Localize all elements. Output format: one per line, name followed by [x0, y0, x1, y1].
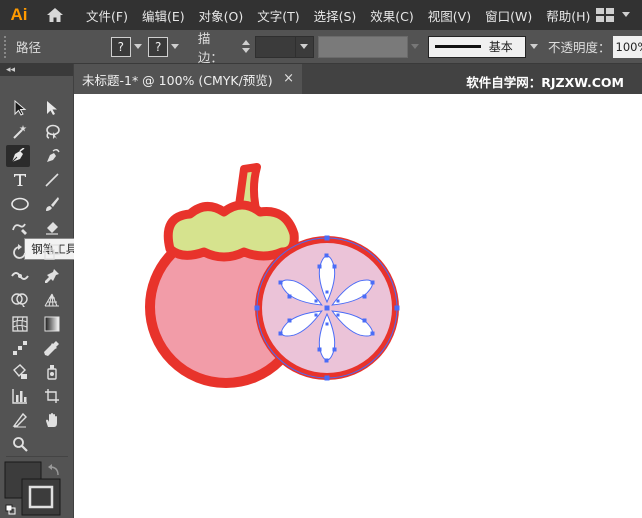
width-tool-icon[interactable]: [8, 265, 32, 287]
panel-grip[interactable]: [4, 35, 10, 58]
stroke-swatch[interactable]: ?: [148, 36, 169, 57]
workspace-switcher-icon[interactable]: [596, 8, 614, 22]
menu-effect[interactable]: 效果(C): [370, 6, 413, 25]
fill-stroke-swatches[interactable]: [4, 461, 62, 517]
tools-panel-header[interactable]: ◂◂: [0, 64, 73, 76]
mesh-tool-icon[interactable]: [8, 313, 32, 335]
stroke-weight-input[interactable]: [254, 35, 296, 58]
gradient-tool-icon[interactable]: [40, 313, 64, 335]
menu-file[interactable]: 文件(F): [86, 6, 128, 25]
opacity-label[interactable]: 不透明度：: [548, 37, 611, 56]
column-graph-tool-icon[interactable]: [8, 385, 32, 407]
menu-help[interactable]: 帮助(H): [546, 6, 590, 25]
brush-stroke-preview: [434, 45, 481, 48]
magic-wand-tool-icon[interactable]: [8, 121, 32, 143]
shape-builder-tool-icon[interactable]: [8, 289, 32, 311]
close-icon[interactable]: ×: [283, 71, 294, 86]
chevron-down-icon: [170, 44, 179, 49]
stroke-weight-dropdown[interactable]: [295, 35, 314, 58]
menu-edit[interactable]: 编辑(E): [142, 6, 185, 25]
chevron-up-icon: [241, 40, 250, 45]
zoom-tool-icon[interactable]: [8, 433, 32, 455]
chevron-down-icon: [241, 48, 250, 53]
fill-dropdown[interactable]: [131, 37, 145, 57]
menu-view[interactable]: 视图(V): [428, 6, 471, 25]
mangosteen-artwork: [145, 163, 400, 388]
menu-object[interactable]: 对象(O): [199, 6, 244, 25]
artboard-canvas[interactable]: [74, 94, 642, 518]
chevron-down-icon[interactable]: [622, 12, 630, 17]
ellipse-tool-icon[interactable]: [8, 193, 32, 215]
paintbrush-tool-icon[interactable]: [40, 193, 64, 215]
document-tab-title: 未标题-1* @ 100% (CMYK/预览): [82, 72, 273, 88]
menu-bar: Ai 文件(F) 编辑(E) 对象(O) 文字(T) 选择(S) 效果(C) 视…: [0, 0, 642, 30]
brush-label: 基本: [488, 40, 513, 54]
variable-width-dropdown[interactable]: [408, 36, 422, 58]
stroke-weight-label[interactable]: 描边：: [198, 28, 235, 66]
collapse-icon[interactable]: ◂◂: [6, 65, 15, 75]
artboard-tool-icon[interactable]: [40, 385, 64, 407]
mangosteen-crown: [163, 200, 299, 262]
document-tab[interactable]: 未标题-1* @ 100% (CMYK/预览) ×: [74, 64, 302, 94]
pen-tool-icon[interactable]: [6, 145, 30, 167]
home-icon[interactable]: [38, 0, 72, 30]
illustrator-window: Ai 文件(F) 编辑(E) 对象(O) 文字(T) 选择(S) 效果(C) 视…: [0, 0, 642, 518]
curvature-tool-icon[interactable]: [40, 145, 64, 167]
slice-tool-icon[interactable]: [8, 409, 32, 431]
symbol-sprayer-tool-icon[interactable]: [40, 361, 64, 383]
tools-panel: ◂◂ 钢笔工具 (P): [0, 64, 104, 518]
variable-width-profile[interactable]: [317, 35, 409, 58]
rotate-tool-icon[interactable]: [8, 241, 32, 263]
chevron-down-icon: [300, 44, 309, 49]
brush-dropdown[interactable]: [526, 36, 542, 58]
menu-type[interactable]: 文字(T): [257, 6, 299, 25]
type-tool-icon[interactable]: [8, 169, 32, 191]
perspective-grid-tool-icon[interactable]: [40, 289, 64, 311]
selection-type-label: 路径: [15, 40, 41, 55]
shaper-tool-icon[interactable]: [8, 217, 32, 239]
control-bar: 路径 ? ? 描边： 基本 不透明度： 100%: [0, 28, 642, 66]
scale-tool-icon[interactable]: [40, 241, 64, 263]
blend-tool-icon[interactable]: [8, 337, 32, 359]
site-watermark: 软件自学网：RJZXW.COM: [466, 75, 624, 90]
app-logo: Ai: [10, 5, 28, 24]
lasso-tool-icon[interactable]: [40, 121, 64, 143]
live-paint-bucket-icon[interactable]: [8, 361, 32, 383]
puppet-warp-tool-icon[interactable]: [40, 265, 64, 287]
hand-tool-icon[interactable]: [40, 409, 64, 431]
eyedropper-tool-icon[interactable]: [40, 337, 64, 359]
menu-select[interactable]: 选择(S): [314, 6, 357, 25]
fill-swatch[interactable]: ?: [110, 36, 131, 57]
stroke-color-dropdown[interactable]: [168, 37, 182, 57]
brush-definition[interactable]: 基本: [427, 35, 527, 58]
tools-divider: [6, 456, 68, 457]
line-segment-tool-icon[interactable]: [40, 169, 64, 191]
document-tab-bar: 未标题-1* @ 100% (CMYK/预览) × 软件自学网：RJZXW.CO…: [74, 64, 642, 94]
selection-tool-icon[interactable]: [8, 97, 32, 119]
direct-selection-tool-icon[interactable]: [40, 97, 64, 119]
stroke-weight-stepper[interactable]: [239, 36, 253, 58]
chevron-down-icon: [410, 44, 419, 49]
eraser-tool-icon[interactable]: [40, 217, 64, 239]
chevron-down-icon: [530, 44, 539, 49]
menu-window[interactable]: 窗口(W): [485, 6, 532, 25]
menu-items: 文件(F) 编辑(E) 对象(O) 文字(T) 选择(S) 效果(C) 视图(V…: [86, 6, 604, 25]
chevron-down-icon: [133, 44, 142, 49]
opacity-input[interactable]: 100%: [612, 35, 642, 58]
